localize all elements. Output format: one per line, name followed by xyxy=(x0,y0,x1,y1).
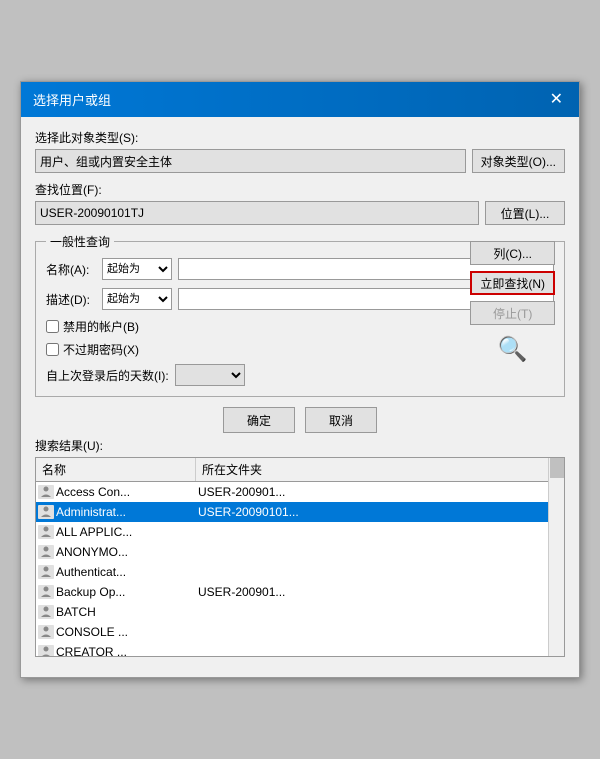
user-icon xyxy=(38,565,54,579)
table-row[interactable]: CONSOLE ... xyxy=(36,622,548,642)
name-query-label: 名称(A): xyxy=(46,261,96,278)
days-label: 自上次登录后的天数(I): xyxy=(46,367,169,384)
location-row: 查找位置(F): 位置(L)... xyxy=(35,181,565,225)
close-button[interactable]: ✕ xyxy=(546,92,567,108)
result-name: Backup Op... xyxy=(54,585,194,599)
result-name: Access Con... xyxy=(54,485,194,499)
results-label: 搜索结果(U): xyxy=(35,437,565,454)
object-type-button[interactable]: 对象类型(O)... xyxy=(472,149,565,173)
user-icon xyxy=(38,545,54,559)
results-header: 名称 所在文件夹 xyxy=(36,458,548,482)
right-buttons: 列(C)... 立即查找(N) 停止(T) 🔍 xyxy=(470,241,555,368)
table-row[interactable]: ALL APPLIC... xyxy=(36,522,548,542)
location-field: 位置(L)... xyxy=(35,201,565,225)
location-label: 查找位置(F): xyxy=(35,181,565,198)
find-now-button[interactable]: 立即查找(N) xyxy=(470,271,555,295)
search-icon: 🔍 xyxy=(470,331,555,368)
object-type-label: 选择此对象类型(S): xyxy=(35,129,565,146)
user-icon xyxy=(38,605,54,619)
disabled-checkbox[interactable] xyxy=(46,320,59,333)
results-container[interactable]: 名称 所在文件夹 Access Con...USER-200901...Admi… xyxy=(35,457,565,657)
disabled-label: 禁用的帐户(B) xyxy=(63,318,139,335)
result-folder: USER-200901... xyxy=(194,485,548,499)
title-bar: 选择用户或组 ✕ xyxy=(21,82,579,117)
result-name: BATCH xyxy=(54,605,194,619)
user-icon xyxy=(38,525,54,539)
table-row[interactable]: Administrat...USER-20090101... xyxy=(36,502,548,522)
name-condition-select[interactable]: 起始为 xyxy=(102,258,172,280)
user-icon xyxy=(38,645,54,657)
col-name-header: 名称 xyxy=(36,458,196,481)
ok-button[interactable]: 确定 xyxy=(223,407,295,433)
table-row[interactable]: Authenticat... xyxy=(36,562,548,582)
general-query-legend: 一般性查询 xyxy=(46,233,114,250)
object-type-field: 对象类型(O)... xyxy=(35,149,565,173)
table-row[interactable]: ANONYMO... xyxy=(36,542,548,562)
desc-condition-select[interactable]: 起始为 xyxy=(102,288,172,310)
result-name: CONSOLE ... xyxy=(54,625,194,639)
result-name: ANONYMO... xyxy=(54,545,194,559)
desc-query-label: 描述(D): xyxy=(46,291,96,308)
object-type-row: 选择此对象类型(S): 对象类型(O)... xyxy=(35,129,565,173)
dialog-body: 选择此对象类型(S): 对象类型(O)... 查找位置(F): 位置(L)...… xyxy=(21,117,579,677)
cancel-button[interactable]: 取消 xyxy=(305,407,377,433)
result-name: ALL APPLIC... xyxy=(54,525,194,539)
object-type-input[interactable] xyxy=(35,149,466,173)
ok-cancel-buttons: 确定 取消 xyxy=(35,407,565,433)
result-name: Administrat... xyxy=(54,505,194,519)
results-list: Access Con...USER-200901...Administrat..… xyxy=(36,482,548,657)
stop-button[interactable]: 停止(T) xyxy=(470,301,555,325)
result-folder: USER-20090101... xyxy=(194,505,548,519)
column-button[interactable]: 列(C)... xyxy=(470,241,555,265)
result-name: Authenticat... xyxy=(54,565,194,579)
user-icon xyxy=(38,585,54,599)
results-section: 搜索结果(U): 名称 所在文件夹 Access Con...USER-2009… xyxy=(35,437,565,657)
table-row[interactable]: Backup Op...USER-200901... xyxy=(36,582,548,602)
result-name: CREATOR ... xyxy=(54,645,194,657)
dialog-title: 选择用户或组 xyxy=(33,90,111,109)
days-select[interactable] xyxy=(175,364,245,386)
user-icon xyxy=(38,485,54,499)
user-icon xyxy=(38,505,54,519)
result-folder: USER-200901... xyxy=(194,585,548,599)
location-input[interactable] xyxy=(35,201,479,225)
no-expire-checkbox[interactable] xyxy=(46,343,59,356)
general-query-section: 一般性查询 名称(A): 起始为 描述(D): 起始为 xyxy=(35,233,565,397)
select-user-dialog: 选择用户或组 ✕ 选择此对象类型(S): 对象类型(O)... 查找位置(F):… xyxy=(20,81,580,678)
location-button[interactable]: 位置(L)... xyxy=(485,201,565,225)
table-row[interactable]: CREATOR ... xyxy=(36,642,548,657)
col-folder-header: 所在文件夹 xyxy=(196,458,548,481)
table-row[interactable]: Access Con...USER-200901... xyxy=(36,482,548,502)
scrollbar[interactable] xyxy=(548,458,564,656)
user-icon xyxy=(38,625,54,639)
table-row[interactable]: BATCH xyxy=(36,602,548,622)
no-expire-label: 不过期密码(X) xyxy=(63,341,139,358)
